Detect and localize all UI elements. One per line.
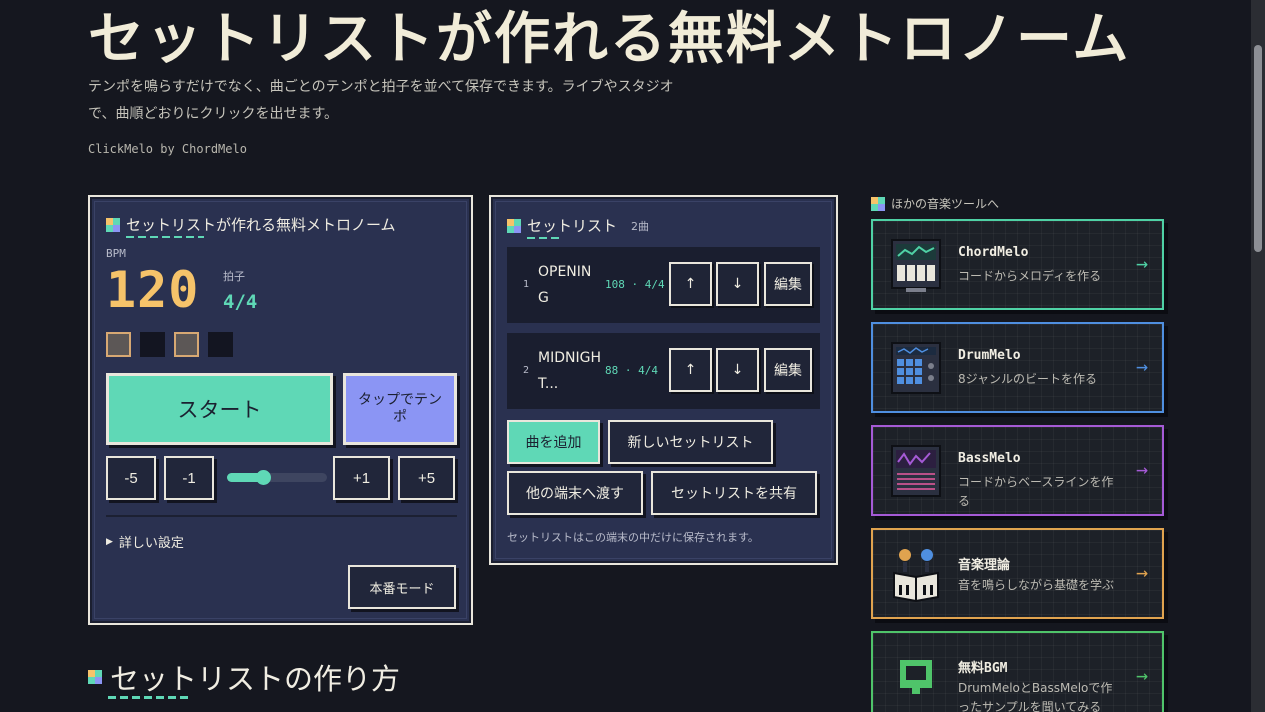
heading-underline bbox=[108, 696, 188, 699]
tool-title: 音楽理論 bbox=[958, 558, 1011, 573]
other-tools-heading-text: ほかの音楽ツールへ bbox=[891, 197, 1000, 211]
start-button[interactable]: スタート bbox=[106, 373, 333, 445]
arrow-right-icon: → bbox=[1135, 560, 1148, 584]
tool-card-free-bgm[interactable]: 無料BGM DrumMeloとBassMeloで作ったサンプルを聞いてみる → bbox=[871, 631, 1164, 712]
bpm-slider[interactable] bbox=[227, 470, 327, 485]
bpm-slider-thumb[interactable] bbox=[256, 470, 271, 485]
tool-title: 無料BGM bbox=[958, 661, 1008, 676]
arrow-right-icon: → bbox=[1135, 663, 1148, 687]
arrow-right-icon: → bbox=[1135, 457, 1148, 481]
details-toggle[interactable]: ▶ 詳しい設定 bbox=[106, 532, 184, 551]
page-description: テンポを鳴らすだけでなく、曲ごとのテンポと拍子を並べて保存できます。ライブやスタ… bbox=[88, 79, 674, 122]
song-index: 2 bbox=[523, 365, 530, 376]
edit-song-button[interactable]: 編集 bbox=[764, 262, 812, 306]
tool-card-music-theory[interactable]: 音楽理論 音を鳴らしながら基礎を学ぶ → bbox=[871, 528, 1164, 619]
bpm-plus-5-button[interactable]: +5 bbox=[398, 456, 455, 500]
beat-indicator bbox=[174, 332, 199, 357]
chordmelo-thumbnail-icon bbox=[891, 239, 941, 292]
time-signature-value: 4/4 bbox=[223, 291, 258, 313]
beat-indicator bbox=[208, 332, 233, 357]
setlist-panel: セットリスト 2曲 1 OPENING 108 · 4/4 ↑ ↓ 編集 2 M… bbox=[489, 195, 838, 565]
song-name: OPENING bbox=[538, 264, 592, 306]
song-name: MIDNIGHT... bbox=[538, 350, 601, 392]
edit-song-button[interactable]: 編集 bbox=[764, 348, 812, 392]
page-title: セットリストが作れる無料メトロノーム bbox=[88, 7, 1131, 72]
bpm-minus-1-button[interactable]: -1 bbox=[164, 456, 214, 500]
beat-indicator bbox=[106, 332, 131, 357]
tool-card-bassmelo[interactable]: BassMelo コードからベースラインを作る → bbox=[871, 425, 1164, 516]
add-song-button[interactable]: 曲を追加 bbox=[507, 420, 600, 464]
setlist-heading-text: セットリスト bbox=[527, 217, 618, 235]
tool-card-chordmelo[interactable]: ChordMelo コードからメロディを作る → bbox=[871, 219, 1164, 310]
tool-description: コードからメロディを作る bbox=[958, 269, 1102, 283]
heading-underline bbox=[527, 237, 559, 239]
arrow-right-icon: → bbox=[1135, 251, 1148, 275]
setlist-count: 2曲 bbox=[631, 219, 650, 233]
howto-heading-text: セットリストの作り方 bbox=[110, 662, 401, 696]
beat-indicator bbox=[140, 332, 165, 357]
share-setlist-button[interactable]: セットリストを共有 bbox=[651, 471, 817, 515]
move-up-button[interactable]: ↑ bbox=[669, 262, 712, 306]
song-index: 1 bbox=[523, 279, 530, 290]
drummelo-thumbnail-icon bbox=[891, 342, 941, 394]
metronome-heading: セットリストが作れる無料メトロノーム bbox=[106, 214, 396, 235]
player-screen-icon bbox=[900, 660, 932, 694]
pixel-square-icon bbox=[871, 196, 885, 211]
live-mode-button[interactable]: 本番モード bbox=[348, 565, 456, 609]
song-tempo-meter: 108 · 4/4 bbox=[605, 278, 665, 291]
time-signature-label: 拍子 bbox=[223, 270, 245, 283]
tool-description: DrumMeloとBassMeloで作ったサンプルを聞いてみる bbox=[958, 681, 1113, 712]
heading-underline bbox=[126, 236, 204, 238]
song-tempo-meter: 88 · 4/4 bbox=[605, 364, 658, 377]
tool-title: DrumMelo bbox=[958, 348, 1021, 363]
tool-description: 8ジャンルのビートを作る bbox=[958, 372, 1098, 386]
tool-title: ChordMelo bbox=[958, 245, 1029, 260]
move-down-button[interactable]: ↓ bbox=[716, 348, 759, 392]
other-tools-heading: ほかの音楽ツールへ bbox=[871, 195, 999, 212]
pixel-square-icon bbox=[507, 218, 521, 233]
tool-description: コードからベースラインを作る bbox=[958, 475, 1114, 508]
bassmelo-thumbnail-icon bbox=[891, 445, 941, 497]
bpm-value: 120 bbox=[106, 261, 200, 319]
tap-tempo-button[interactable]: タップでテンポ bbox=[343, 373, 457, 445]
move-up-button[interactable]: ↑ bbox=[669, 348, 712, 392]
pixel-square-icon bbox=[106, 217, 120, 232]
setlist-storage-note: セットリストはこの端末の中だけに保存されます。 bbox=[507, 531, 759, 544]
details-toggle-label: 詳しい設定 bbox=[118, 536, 184, 551]
pixel-square-icon bbox=[88, 670, 102, 684]
setlist-row[interactable]: 2 MIDNIGHT... 88 · 4/4 ↑ ↓ 編集 bbox=[507, 333, 820, 409]
metronome-heading-text: セットリストが作れる無料メトロノーム bbox=[126, 216, 396, 234]
tool-description: 音を鳴らしながら基礎を学ぶ bbox=[958, 578, 1115, 592]
new-setlist-button[interactable]: 新しいセットリスト bbox=[608, 420, 773, 464]
page-scrollbar[interactable] bbox=[1251, 0, 1265, 712]
beat-indicators bbox=[106, 332, 233, 357]
bpm-label: BPM bbox=[106, 247, 126, 260]
scrollbar-thumb[interactable] bbox=[1254, 45, 1262, 252]
arrow-right-icon: → bbox=[1135, 354, 1148, 378]
divider bbox=[106, 515, 457, 517]
metronome-panel: セットリストが作れる無料メトロノーム BPM 120 拍子 4/4 スタート タ… bbox=[88, 195, 473, 625]
bpm-minus-5-button[interactable]: -5 bbox=[106, 456, 156, 500]
tool-title: BassMelo bbox=[958, 451, 1021, 466]
move-down-button[interactable]: ↓ bbox=[716, 262, 759, 306]
setlist-heading: セットリスト 2曲 bbox=[507, 215, 649, 236]
caret-right-icon: ▶ bbox=[106, 536, 113, 547]
bpm-plus-1-button[interactable]: +1 bbox=[333, 456, 390, 500]
book-music-icon bbox=[893, 549, 939, 603]
byline: ClickMelo by ChordMelo bbox=[88, 142, 247, 156]
setlist-row[interactable]: 1 OPENING 108 · 4/4 ↑ ↓ 編集 bbox=[507, 247, 820, 323]
transfer-device-button[interactable]: 他の端末へ渡す bbox=[507, 471, 643, 515]
tool-card-drummelo[interactable]: DrumMelo 8ジャンルのビートを作る → bbox=[871, 322, 1164, 413]
howto-heading: セットリストの作り方 bbox=[88, 656, 400, 698]
